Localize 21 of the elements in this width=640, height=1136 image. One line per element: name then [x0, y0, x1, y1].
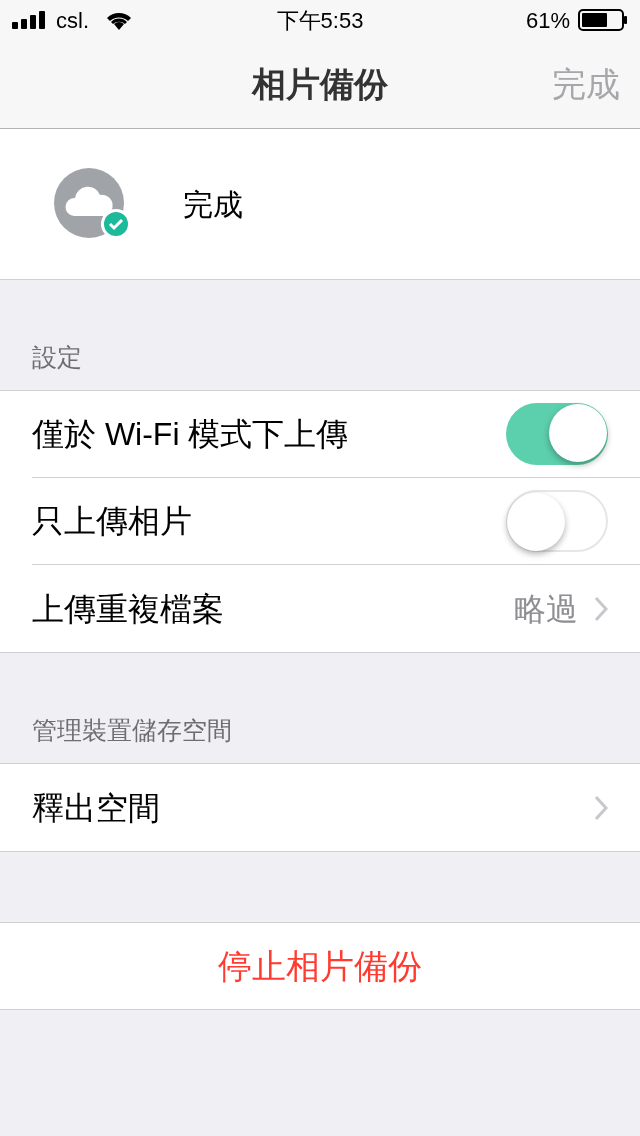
section-header: 管理裝置儲存空間	[32, 714, 232, 746]
battery-percent: 61%	[525, 6, 570, 35]
row-label: 只上傳相片	[32, 502, 192, 541]
row-label: 上傳重複檔案	[32, 589, 224, 629]
row-label: 釋出空間	[32, 788, 160, 828]
stop-backup-button[interactable]: 停止相片備份	[0, 922, 640, 1010]
settings-row[interactable]: 上傳重複檔案 略過	[32, 565, 640, 652]
toggle-switch[interactable]	[506, 403, 608, 465]
signal-icon	[12, 11, 48, 29]
toggle-switch[interactable]	[506, 490, 608, 552]
chevron-icon	[594, 595, 608, 622]
row-value: 略過	[514, 589, 578, 629]
status-text: 完成	[183, 186, 243, 223]
wifi-icon	[105, 10, 133, 30]
chevron-icon	[594, 794, 608, 821]
nav-title: 相片備份	[252, 63, 388, 105]
row-label: 僅於 Wi-Fi 模式下上傳	[32, 415, 349, 454]
carrier-name: csl.	[56, 6, 89, 35]
status-time: 下午5:53	[276, 6, 364, 35]
battery-icon	[578, 9, 628, 31]
section-header: 設定	[32, 341, 82, 373]
